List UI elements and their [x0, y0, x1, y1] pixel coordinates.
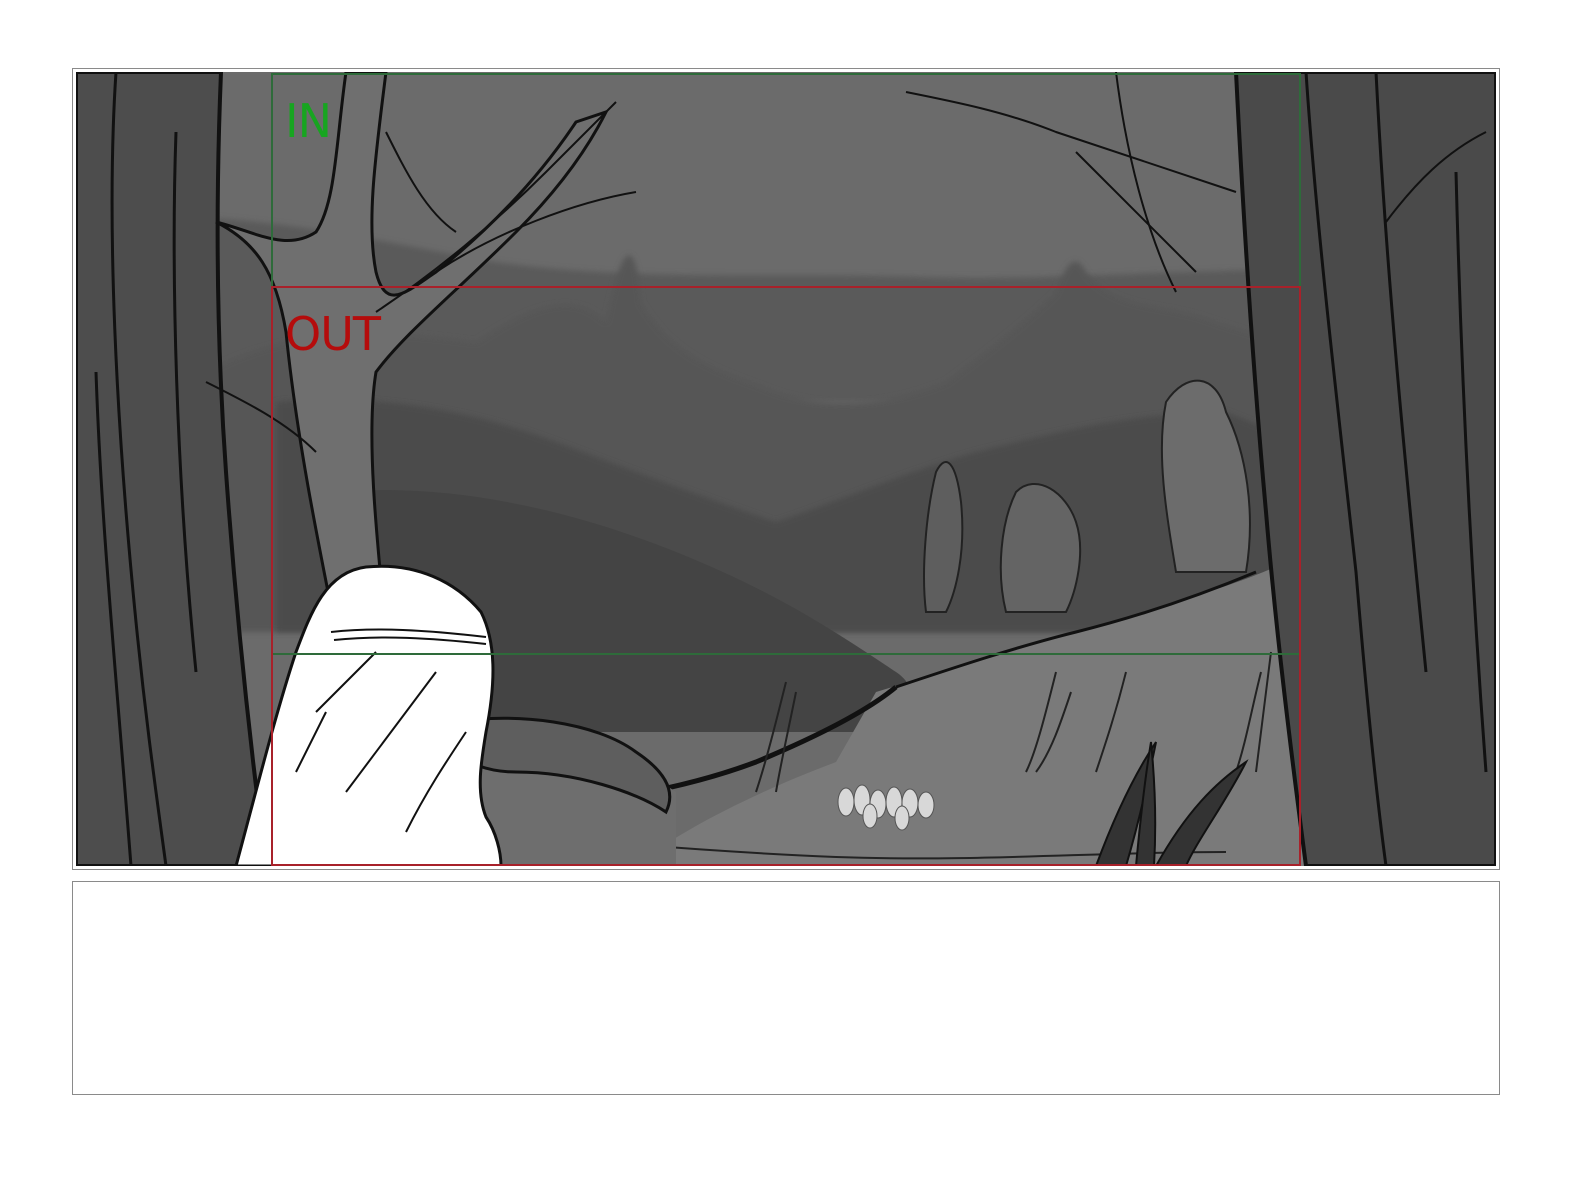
storyboard-panel: IN OUT — [72, 68, 1500, 870]
panel-drawing: IN OUT — [76, 72, 1496, 866]
panel-notes-box[interactable] — [72, 881, 1500, 1095]
camera-in-label: IN — [285, 94, 332, 148]
forest-valley-sketch-icon — [76, 72, 1496, 866]
camera-out-label: OUT — [285, 307, 381, 361]
